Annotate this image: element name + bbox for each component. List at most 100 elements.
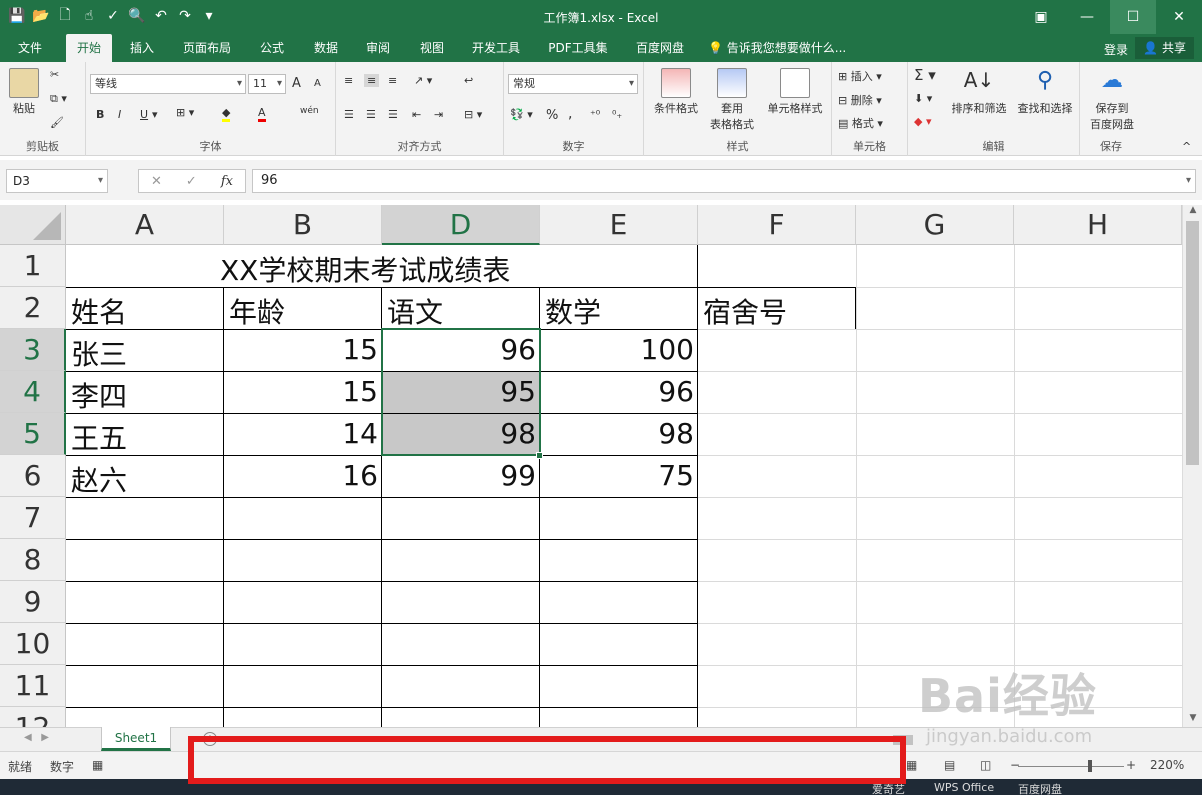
decrease-indent-icon[interactable]: ⇤ (412, 108, 421, 121)
zoom-slider[interactable] (1018, 766, 1124, 767)
row-header-11[interactable]: 11 (0, 665, 66, 707)
borders-icon[interactable]: ⊞ ▾ (176, 106, 194, 119)
column-header-a[interactable]: A (66, 205, 224, 245)
percent-button[interactable]: % (546, 108, 558, 123)
fill-color-icon[interactable]: ◆ (222, 106, 231, 122)
align-center-icon[interactable]: ☰ (366, 108, 376, 121)
zoom-slider-knob[interactable] (1088, 760, 1092, 772)
share-button[interactable]: 👤 共享 (1135, 37, 1194, 59)
select-all-button[interactable] (0, 205, 66, 245)
zoom-in-icon[interactable]: + (1126, 758, 1136, 772)
align-bottom-icon[interactable]: ≡ (388, 74, 397, 87)
increase-indent-icon[interactable]: ⇥ (434, 108, 443, 121)
align-middle-icon[interactable]: ≡ (364, 74, 380, 87)
column-header-e[interactable]: E (540, 205, 698, 245)
merge-center-icon[interactable]: ⊟ ▾ (464, 108, 482, 121)
header-cell-dorm[interactable]: 宿舍号 (698, 291, 787, 331)
page-break-view-icon[interactable]: ◫ (980, 758, 991, 772)
font-color-button[interactable]: A (258, 106, 266, 122)
sheet-nav-arrows-icon[interactable]: ◀ ▶ (24, 732, 49, 743)
cell-styles-button[interactable]: 单元格样式 (762, 68, 828, 116)
comma-button[interactable]: , (568, 106, 572, 122)
header-cell-math[interactable]: 数学 (540, 291, 601, 331)
data-cell[interactable]: 赵六 (66, 459, 127, 499)
clear-icon[interactable]: ◆ ▾ (914, 115, 931, 128)
tab-baidu-pan[interactable]: 百度网盘 (628, 34, 692, 62)
column-header-h[interactable]: H (1014, 205, 1182, 245)
grow-font-button[interactable]: A (292, 76, 301, 91)
format-painter-icon[interactable]: 🖌 (50, 116, 64, 129)
enter-icon[interactable]: ✓ (186, 174, 197, 189)
format-as-table-button[interactable]: 套用 表格格式 (702, 68, 762, 132)
header-cell-age[interactable]: 年龄 (224, 291, 285, 331)
ribbon-display-icon[interactable]: ▣ (1018, 0, 1064, 34)
row-header-3[interactable]: 3 (0, 329, 66, 371)
zoom-out-icon[interactable]: − (1010, 758, 1020, 772)
align-top-icon[interactable]: ≡ (344, 74, 353, 87)
format-cells-button[interactable]: ▤ 格式 ▾ (838, 115, 883, 131)
data-cell[interactable]: 14 (224, 417, 381, 450)
cancel-icon[interactable]: ✕ (151, 174, 162, 189)
align-left-icon[interactable]: ☰ (344, 108, 354, 121)
column-header-g[interactable]: G (856, 205, 1014, 245)
data-cell[interactable]: 15 (224, 333, 381, 366)
header-cell-name[interactable]: 姓名 (66, 291, 127, 331)
paste-button[interactable]: 粘贴 (6, 68, 42, 116)
data-cell[interactable]: 王五 (66, 417, 127, 457)
vertical-scrollbar[interactable]: ▲ ▼ (1182, 205, 1202, 727)
orientation-icon[interactable]: ↗ ▾ (414, 74, 432, 87)
number-format-select[interactable]: 常规 (508, 74, 638, 94)
collapse-ribbon-icon[interactable]: ^ (1182, 140, 1191, 153)
conditional-format-button[interactable]: 条件格式 (648, 68, 704, 116)
zoom-level[interactable]: 220% (1150, 758, 1184, 772)
scroll-up-icon[interactable]: ▲ (1183, 205, 1202, 219)
insert-cells-button[interactable]: ⊞ 插入 ▾ (838, 68, 882, 84)
data-cell[interactable]: 98 (540, 417, 697, 450)
close-button[interactable]: ✕ (1156, 0, 1202, 34)
data-cell[interactable]: 15 (224, 375, 381, 408)
increase-decimal-icon[interactable]: ⁺⁰ (590, 108, 600, 121)
row-header-5[interactable]: 5 (0, 413, 66, 455)
column-header-f[interactable]: F (698, 205, 856, 245)
wrap-text-icon[interactable]: ↩ (464, 74, 473, 87)
currency-icon[interactable]: 💱 ▾ (510, 108, 533, 121)
decrease-decimal-icon[interactable]: ⁰₊ (612, 108, 622, 121)
tab-page-layout[interactable]: 页面布局 (176, 34, 238, 62)
page-layout-view-icon[interactable]: ▤ (944, 758, 955, 772)
tab-formulas[interactable]: 公式 (252, 34, 292, 62)
data-cell[interactable]: 张三 (66, 333, 127, 373)
fill-icon[interactable]: ⬇ ▾ (914, 92, 932, 105)
tab-insert[interactable]: 插入 (120, 34, 164, 62)
row-header-4[interactable]: 4 (0, 371, 66, 413)
data-cell[interactable]: 李四 (66, 375, 127, 415)
save-to-baidu-button[interactable]: ☁ 保存到 百度网盘 (1084, 68, 1140, 132)
phonetic-button[interactable]: wén (300, 106, 319, 116)
cut-icon[interactable]: ✂ (50, 68, 59, 81)
tab-pdf-tools[interactable]: PDF工具集 (542, 34, 614, 62)
sheet-title-cell[interactable]: XX学校期末考试成绩表 (220, 249, 510, 289)
copy-icon[interactable]: ⧉ ▾ (50, 92, 67, 106)
spreadsheet-grid[interactable]: A B D E F G H 1 2 3 4 5 6 7 8 9 10 11 12… (0, 205, 1182, 727)
tab-home[interactable]: 开始 (66, 34, 112, 62)
underline-dropdown-icon[interactable]: ▾ (152, 108, 158, 121)
italic-button[interactable]: I (118, 108, 121, 121)
row-header-7[interactable]: 7 (0, 497, 66, 539)
autosum-icon[interactable]: Σ ▾ (914, 66, 936, 84)
formula-input[interactable]: 96 (252, 169, 1196, 193)
fill-handle[interactable] (536, 452, 543, 459)
taskbar-item-wps[interactable]: WPS Office (934, 781, 994, 794)
tab-data[interactable]: 数据 (306, 34, 346, 62)
tell-me-box[interactable]: 💡 告诉我您想要做什么... (708, 34, 858, 62)
sort-filter-button[interactable]: A↓ 排序和筛选 (946, 68, 1012, 116)
data-cell[interactable]: 16 (224, 459, 381, 492)
maximize-button[interactable]: ☐ (1110, 0, 1156, 34)
data-cell[interactable]: 99 (382, 459, 539, 492)
row-header-6[interactable]: 6 (0, 455, 66, 497)
column-header-b[interactable]: B (224, 205, 382, 245)
row-header-12[interactable]: 12 (0, 707, 66, 727)
delete-cells-button[interactable]: ⊟ 删除 ▾ (838, 92, 882, 108)
data-cell[interactable]: 75 (540, 459, 697, 492)
scrollbar-thumb[interactable] (1186, 221, 1199, 465)
minimize-button[interactable]: — (1064, 0, 1110, 34)
data-cell[interactable]: 96 (540, 375, 697, 408)
